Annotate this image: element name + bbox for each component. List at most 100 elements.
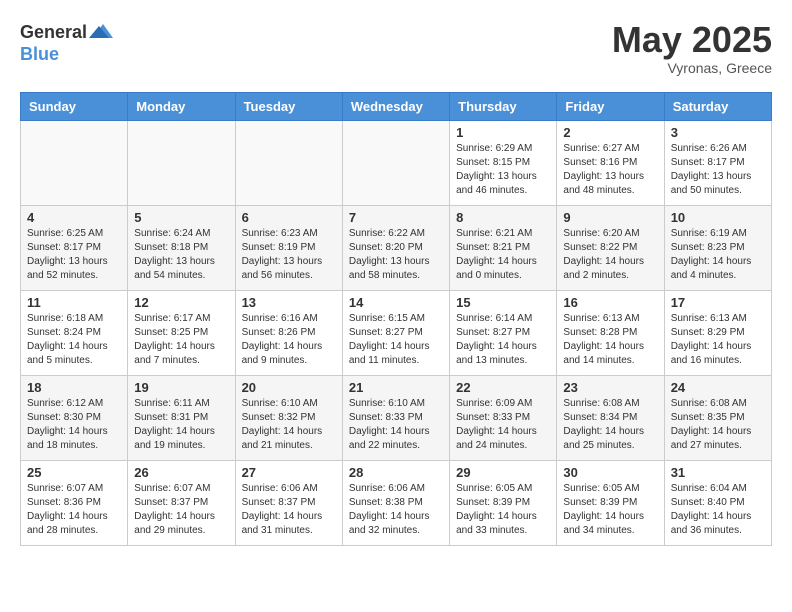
day-number: 12	[134, 295, 228, 310]
day-number: 20	[242, 380, 336, 395]
day-info: Sunrise: 6:06 AMSunset: 8:38 PMDaylight:…	[349, 482, 443, 538]
calendar-cell-1-6: 2 Sunrise: 6:27 AMSunset: 8:16 PMDaylight…	[557, 120, 664, 205]
day-info: Sunrise: 6:27 AMSunset: 8:16 PMDaylight:…	[563, 142, 657, 198]
day-info: Sunrise: 6:04 AMSunset: 8:40 PMDaylight:…	[671, 482, 765, 538]
day-info: Sunrise: 6:26 AMSunset: 8:17 PMDaylight:…	[671, 142, 765, 198]
calendar-header-row: Sunday Monday Tuesday Wednesday Thursday…	[21, 92, 772, 120]
day-info: Sunrise: 6:07 AMSunset: 8:36 PMDaylight:…	[27, 482, 121, 538]
calendar-cell-2-7: 10Sunrise: 6:19 AMSunset: 8:23 PMDayligh…	[664, 205, 771, 290]
calendar-cell-5-5: 29Sunrise: 6:05 AMSunset: 8:39 PMDayligh…	[450, 460, 557, 545]
calendar-cell-1-1	[21, 120, 128, 205]
calendar-cell-2-1: 4 Sunrise: 6:25 AMSunset: 8:17 PMDaylight…	[21, 205, 128, 290]
header-saturday: Saturday	[664, 92, 771, 120]
calendar-cell-3-1: 11 Sunrise: 6:18 AMSunset: 8:24 PMDayligh…	[21, 290, 128, 375]
day-number: 7	[349, 210, 443, 225]
logo-icon	[89, 20, 113, 44]
day-info: Sunrise: 6:12 AMSunset: 8:30 PMDaylight:…	[27, 397, 121, 453]
day-number: 8	[456, 210, 550, 225]
day-number: 2	[563, 125, 657, 140]
logo-blue: Blue	[20, 44, 59, 64]
calendar-cell-3-3: 13Sunrise: 6:16 AMSunset: 8:26 PMDayligh…	[235, 290, 342, 375]
calendar-week-4: 18 Sunrise: 6:12 AMSunset: 8:30 PMDayligh…	[21, 375, 772, 460]
day-number: 22	[456, 380, 550, 395]
day-info: Sunrise: 6:21 AMSunset: 8:21 PMDaylight:…	[456, 227, 550, 283]
calendar-table: Sunday Monday Tuesday Wednesday Thursday…	[20, 92, 772, 546]
day-info: Sunrise: 6:22 AMSunset: 8:20 PMDaylight:…	[349, 227, 443, 283]
calendar-cell-1-7: 3Sunrise: 6:26 AMSunset: 8:17 PMDaylight…	[664, 120, 771, 205]
calendar-cell-4-6: 23 Sunrise: 6:08 AMSunset: 8:34 PMDayligh…	[557, 375, 664, 460]
calendar-cell-2-2: 5Sunrise: 6:24 AMSunset: 8:18 PMDaylight…	[128, 205, 235, 290]
calendar-cell-2-4: 7 Sunrise: 6:22 AMSunset: 8:20 PMDaylight…	[342, 205, 449, 290]
page-header: General Blue May 2025 Vyronas, Greece	[20, 20, 772, 76]
day-info: Sunrise: 6:09 AMSunset: 8:33 PMDaylight:…	[456, 397, 550, 453]
day-number: 27	[242, 465, 336, 480]
calendar-cell-3-4: 14 Sunrise: 6:15 AMSunset: 8:27 PMDayligh…	[342, 290, 449, 375]
day-number: 25	[27, 465, 121, 480]
header-sunday: Sunday	[21, 92, 128, 120]
calendar-cell-5-3: 27Sunrise: 6:06 AMSunset: 8:37 PMDayligh…	[235, 460, 342, 545]
calendar-cell-3-2: 12 Sunrise: 6:17 AMSunset: 8:25 PMDayligh…	[128, 290, 235, 375]
calendar-cell-1-3	[235, 120, 342, 205]
day-number: 1	[456, 125, 550, 140]
calendar-week-5: 25 Sunrise: 6:07 AMSunset: 8:36 PMDayligh…	[21, 460, 772, 545]
logo-general: General	[20, 22, 87, 43]
calendar-cell-5-1: 25 Sunrise: 6:07 AMSunset: 8:36 PMDayligh…	[21, 460, 128, 545]
calendar-cell-1-2	[128, 120, 235, 205]
day-info: Sunrise: 6:08 AMSunset: 8:34 PMDaylight:…	[563, 397, 657, 453]
day-info: Sunrise: 6:05 AMSunset: 8:39 PMDaylight:…	[563, 482, 657, 538]
day-info: Sunrise: 6:15 AMSunset: 8:27 PMDaylight:…	[349, 312, 443, 368]
day-number: 18	[27, 380, 121, 395]
day-number: 31	[671, 465, 765, 480]
month-year-title: May 2025	[612, 20, 772, 60]
calendar-cell-2-3: 6 Sunrise: 6:23 AMSunset: 8:19 PMDaylight…	[235, 205, 342, 290]
day-info: Sunrise: 6:05 AMSunset: 8:39 PMDaylight:…	[456, 482, 550, 538]
location-subtitle: Vyronas, Greece	[612, 60, 772, 76]
day-number: 6	[242, 210, 336, 225]
day-info: Sunrise: 6:25 AMSunset: 8:17 PMDaylight:…	[27, 227, 121, 283]
calendar-cell-4-7: 24 Sunrise: 6:08 AMSunset: 8:35 PMDayligh…	[664, 375, 771, 460]
day-number: 17	[671, 295, 765, 310]
day-number: 15	[456, 295, 550, 310]
header-thursday: Thursday	[450, 92, 557, 120]
calendar-cell-2-6: 9 Sunrise: 6:20 AMSunset: 8:22 PMDaylight…	[557, 205, 664, 290]
day-info: Sunrise: 6:08 AMSunset: 8:35 PMDaylight:…	[671, 397, 765, 453]
day-number: 23	[563, 380, 657, 395]
day-number: 14	[349, 295, 443, 310]
day-number: 10	[671, 210, 765, 225]
day-number: 24	[671, 380, 765, 395]
day-info: Sunrise: 6:17 AMSunset: 8:25 PMDaylight:…	[134, 312, 228, 368]
calendar-week-1: 1Sunrise: 6:29 AMSunset: 8:15 PMDaylight…	[21, 120, 772, 205]
day-number: 21	[349, 380, 443, 395]
header-monday: Monday	[128, 92, 235, 120]
calendar-cell-3-5: 15Sunrise: 6:14 AMSunset: 8:27 PMDayligh…	[450, 290, 557, 375]
day-info: Sunrise: 6:11 AMSunset: 8:31 PMDaylight:…	[134, 397, 228, 453]
day-number: 9	[563, 210, 657, 225]
calendar-week-3: 11 Sunrise: 6:18 AMSunset: 8:24 PMDayligh…	[21, 290, 772, 375]
calendar-cell-5-6: 30Sunrise: 6:05 AMSunset: 8:39 PMDayligh…	[557, 460, 664, 545]
day-number: 13	[242, 295, 336, 310]
calendar-week-2: 4 Sunrise: 6:25 AMSunset: 8:17 PMDaylight…	[21, 205, 772, 290]
calendar-cell-4-3: 20 Sunrise: 6:10 AMSunset: 8:32 PMDayligh…	[235, 375, 342, 460]
calendar-cell-4-5: 22 Sunrise: 6:09 AMSunset: 8:33 PMDayligh…	[450, 375, 557, 460]
day-info: Sunrise: 6:23 AMSunset: 8:19 PMDaylight:…	[242, 227, 336, 283]
calendar-cell-4-1: 18 Sunrise: 6:12 AMSunset: 8:30 PMDayligh…	[21, 375, 128, 460]
calendar-cell-5-7: 31 Sunrise: 6:04 AMSunset: 8:40 PMDayligh…	[664, 460, 771, 545]
calendar-cell-1-4	[342, 120, 449, 205]
header-tuesday: Tuesday	[235, 92, 342, 120]
day-info: Sunrise: 6:20 AMSunset: 8:22 PMDaylight:…	[563, 227, 657, 283]
day-number: 26	[134, 465, 228, 480]
calendar-cell-4-4: 21Sunrise: 6:10 AMSunset: 8:33 PMDayligh…	[342, 375, 449, 460]
calendar-cell-3-7: 17Sunrise: 6:13 AMSunset: 8:29 PMDayligh…	[664, 290, 771, 375]
title-block: May 2025 Vyronas, Greece	[612, 20, 772, 76]
day-info: Sunrise: 6:13 AMSunset: 8:28 PMDaylight:…	[563, 312, 657, 368]
day-number: 4	[27, 210, 121, 225]
day-info: Sunrise: 6:07 AMSunset: 8:37 PMDaylight:…	[134, 482, 228, 538]
calendar-cell-5-4: 28 Sunrise: 6:06 AMSunset: 8:38 PMDayligh…	[342, 460, 449, 545]
header-wednesday: Wednesday	[342, 92, 449, 120]
calendar-cell-3-6: 16Sunrise: 6:13 AMSunset: 8:28 PMDayligh…	[557, 290, 664, 375]
logo: General Blue	[20, 20, 113, 65]
day-number: 11	[27, 295, 121, 310]
day-number: 28	[349, 465, 443, 480]
day-info: Sunrise: 6:18 AMSunset: 8:24 PMDaylight:…	[27, 312, 121, 368]
day-info: Sunrise: 6:10 AMSunset: 8:32 PMDaylight:…	[242, 397, 336, 453]
